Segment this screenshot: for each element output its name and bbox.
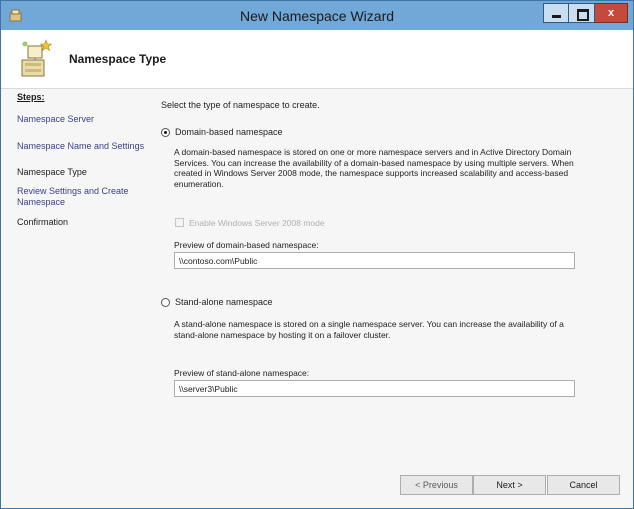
- previous-button[interactable]: < Previous: [400, 475, 473, 495]
- maximize-button[interactable]: [569, 3, 595, 23]
- minimize-button[interactable]: [543, 3, 569, 23]
- wizard-window: New Namespace Wizard x Namespace Type St…: [0, 0, 634, 509]
- close-button[interactable]: x: [595, 3, 628, 23]
- maximize-icon: [577, 9, 589, 21]
- stand-alone-preview-field[interactable]: \\server3\Public: [174, 380, 575, 397]
- steps-heading: Steps:: [17, 92, 45, 102]
- cancel-button[interactable]: Cancel: [547, 475, 620, 495]
- step-namespace-type: Namespace Type: [17, 167, 87, 177]
- stand-alone-label[interactable]: Stand-alone namespace: [175, 297, 273, 307]
- namespace-wizard-icon: [21, 39, 53, 77]
- domain-based-label[interactable]: Domain-based namespace: [175, 127, 283, 137]
- domain-preview-field[interactable]: \\contoso.com\Public: [174, 252, 575, 269]
- main-content: Select the type of namespace to create. …: [161, 89, 621, 459]
- instruction-text: Select the type of namespace to create.: [161, 100, 320, 110]
- step-confirmation: Confirmation: [17, 217, 69, 227]
- stand-alone-preview-label: Preview of stand-alone namespace:: [174, 368, 310, 378]
- stand-alone-radio[interactable]: [161, 298, 170, 307]
- title-bar[interactable]: New Namespace Wizard x: [1, 1, 633, 30]
- page-title: Namespace Type: [69, 52, 167, 66]
- domain-preview-label: Preview of domain-based namespace:: [174, 240, 319, 250]
- wizard-header: Namespace Type: [1, 30, 633, 89]
- domain-based-radio[interactable]: [161, 128, 170, 137]
- steps-sidebar: Steps: Namespace Server Namespace Name a…: [1, 89, 153, 459]
- enable-2008-mode-label: Enable Windows Server 2008 mode: [189, 218, 325, 228]
- enable-2008-mode-checkbox[interactable]: [175, 218, 184, 227]
- window-title: New Namespace Wizard: [239, 8, 395, 24]
- close-icon: x: [607, 7, 615, 19]
- minimize-icon: [552, 15, 561, 18]
- step-review-settings[interactable]: Review Settings and Create Namespace: [17, 186, 139, 208]
- step-namespace-name-settings[interactable]: Namespace Name and Settings: [17, 141, 149, 152]
- domain-based-description: A domain-based namespace is stored on on…: [174, 147, 574, 189]
- step-namespace-server[interactable]: Namespace Server: [17, 114, 149, 125]
- next-button[interactable]: Next >: [473, 475, 546, 495]
- stand-alone-description: A stand-alone namespace is stored on a s…: [174, 319, 564, 340]
